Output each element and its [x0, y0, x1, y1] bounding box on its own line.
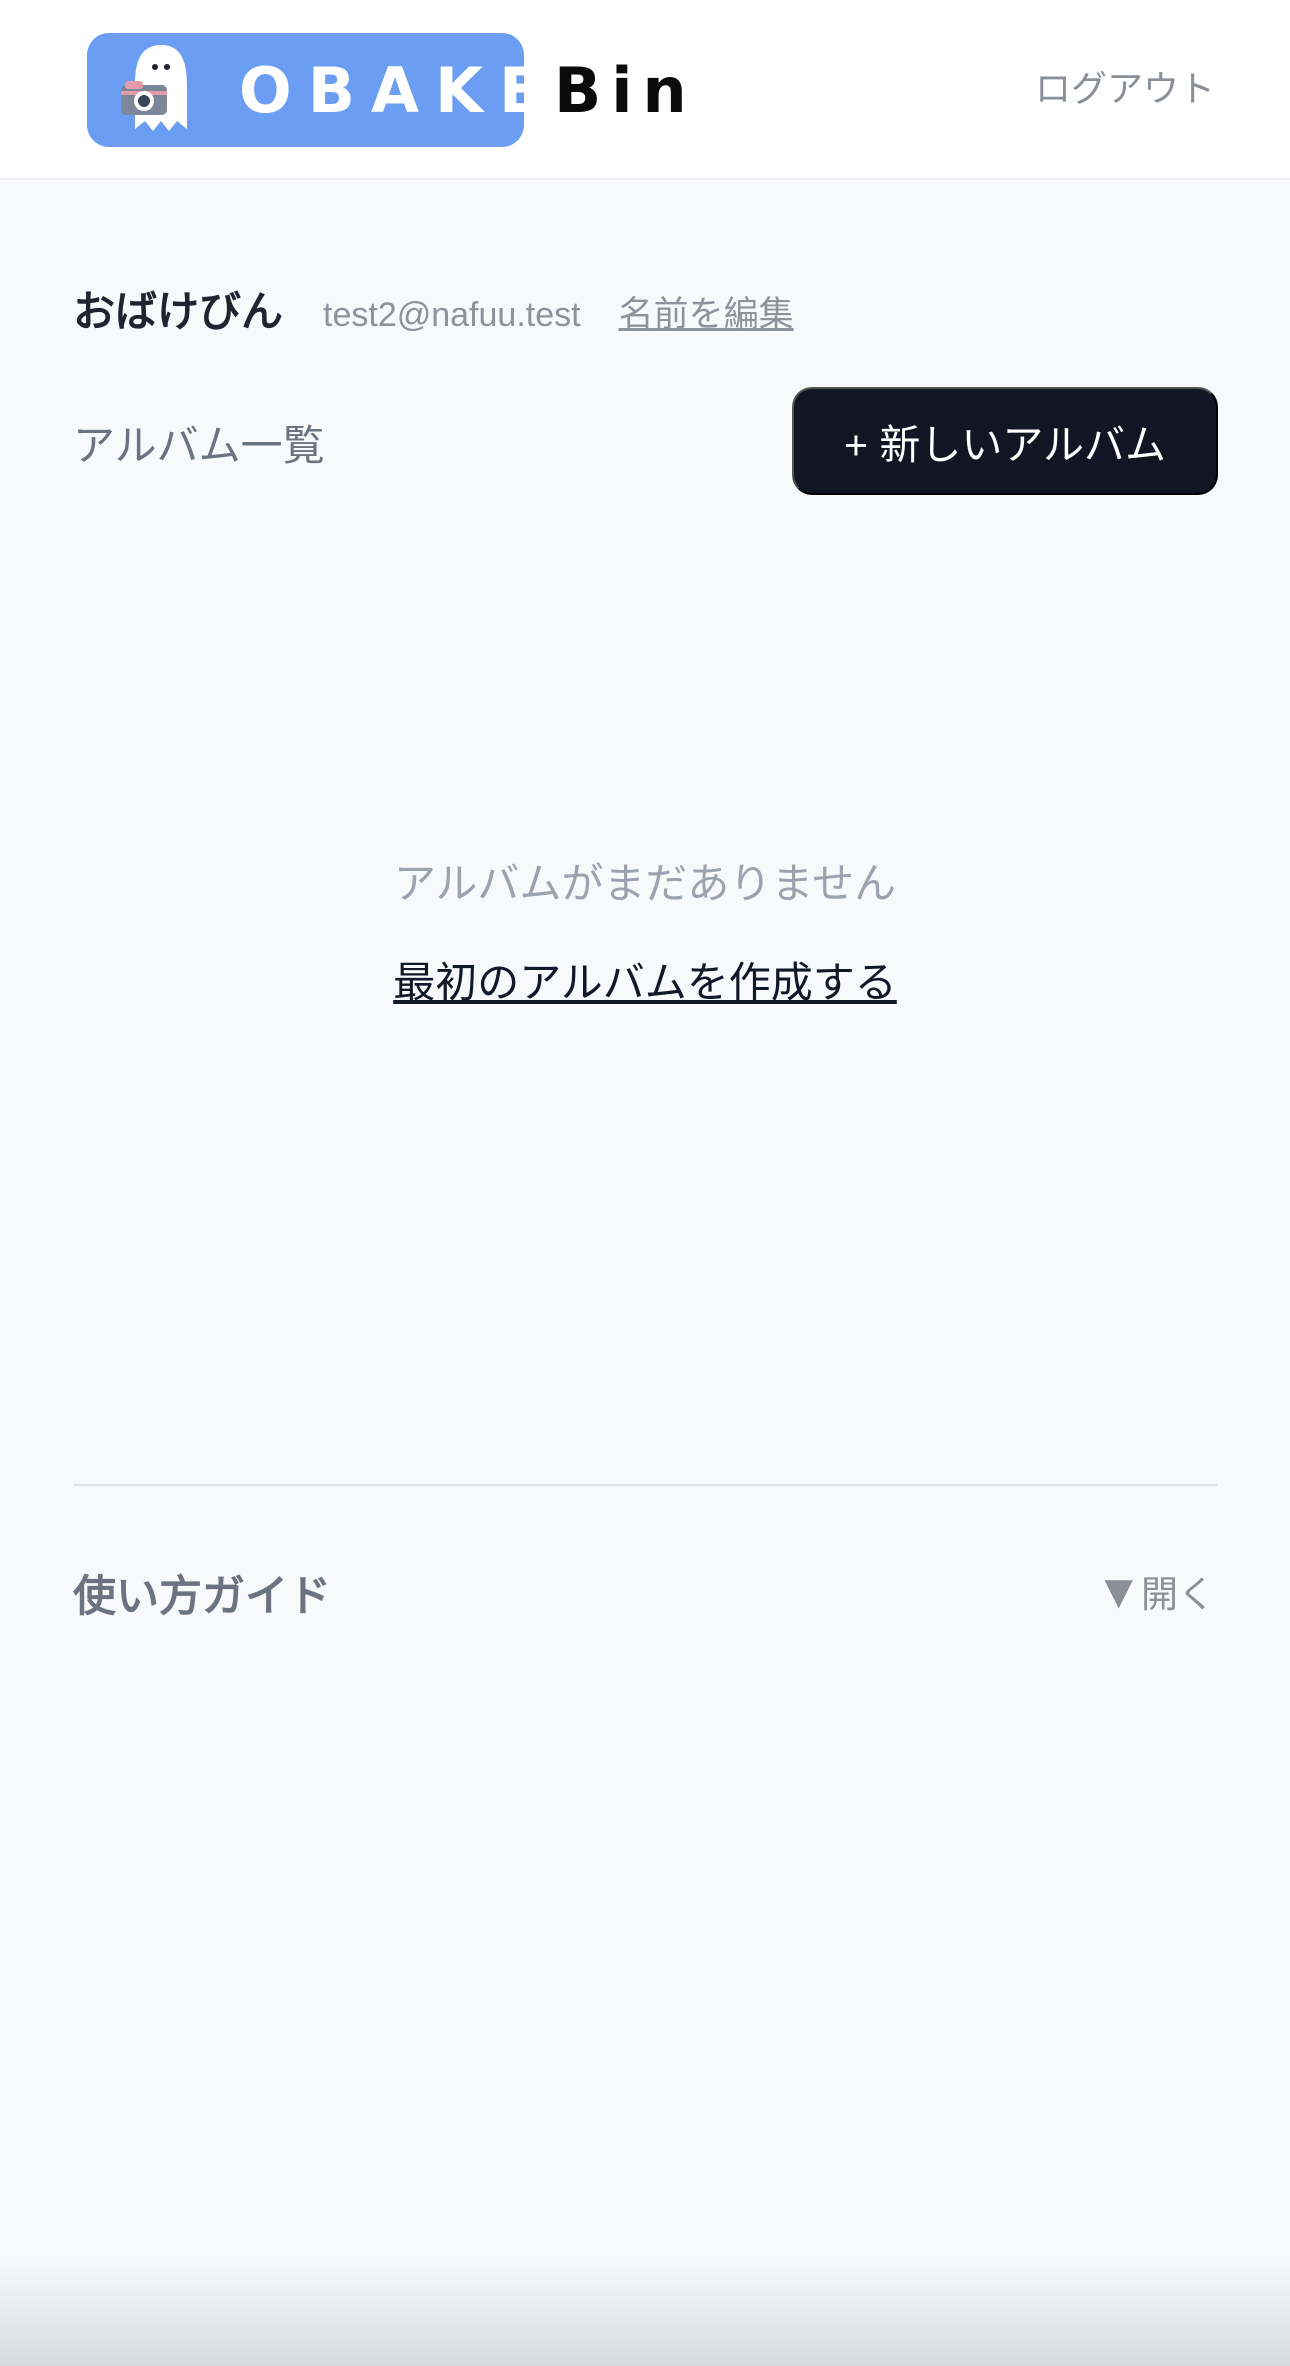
create-first-album-link[interactable]: 最初のアルバムを作成する	[393, 949, 897, 1010]
new-album-button[interactable]: + 新しいアルバム	[792, 387, 1218, 495]
logo-text: OBAKE	[239, 53, 558, 127]
app-header: OBAKE Bin ログアウト	[0, 0, 1290, 180]
edit-name-link[interactable]: 名前を編集	[619, 286, 794, 337]
user-email: test2@nafuu.test	[323, 296, 581, 334]
album-list-title: アルバム一覧	[73, 421, 325, 470]
empty-state: アルバムがまだありません 最初のアルバムを作成する	[0, 850, 1290, 1010]
triangle-down-icon: ▼	[1104, 1569, 1133, 1613]
logo-suffix: Bin	[554, 53, 697, 127]
empty-message: アルバムがまだありません	[393, 859, 897, 908]
user-name: おばけびん	[73, 287, 284, 336]
usage-guide-toggle-label: 開く	[1141, 1573, 1215, 1616]
section-divider	[73, 1484, 1217, 1486]
usage-guide-title: 使い方ガイド	[73, 1572, 331, 1622]
app-logo[interactable]: OBAKE Bin	[87, 33, 697, 147]
logo-badge: OBAKE	[87, 33, 541, 147]
logout-link[interactable]: ログアウト	[1035, 60, 1215, 112]
ghost-camera-icon	[121, 45, 187, 131]
bottom-fade	[0, 2260, 1290, 2366]
user-profile: おばけびん test2@nafuu.test 名前を編集	[73, 278, 794, 339]
usage-guide-toggle[interactable]: ▼ 開く	[1105, 1564, 1215, 1618]
